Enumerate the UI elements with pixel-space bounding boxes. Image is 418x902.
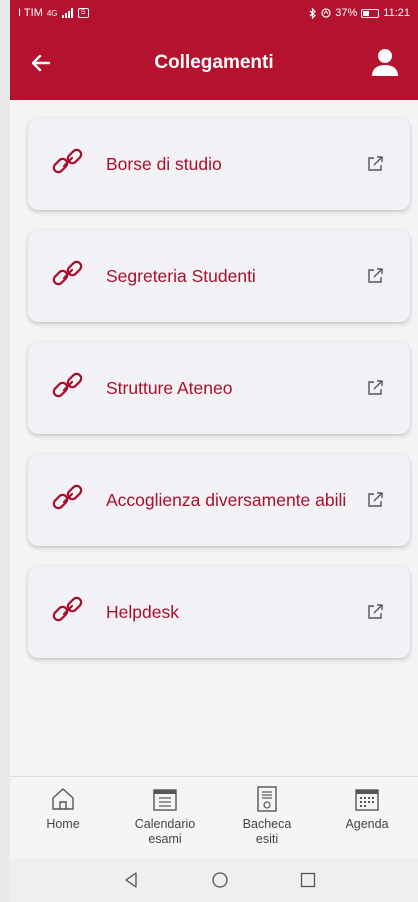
link-label: Segreteria Studenti bbox=[106, 266, 256, 286]
nfc-icon bbox=[321, 8, 331, 18]
link-chain-icon bbox=[52, 596, 83, 622]
bluetooth-icon bbox=[309, 7, 317, 19]
link-card-borse-di-studio[interactable]: Borse di studio bbox=[28, 118, 410, 210]
nav-label-calendario-esami: Calendario esami bbox=[134, 817, 196, 846]
system-nav-bar bbox=[10, 858, 418, 902]
link-label: Helpdesk bbox=[106, 602, 179, 622]
network-type: 4G bbox=[46, 8, 58, 18]
battery-icon bbox=[361, 8, 380, 18]
system-recents-icon[interactable] bbox=[299, 871, 317, 889]
calendar-list-icon bbox=[153, 789, 177, 811]
sim-icon: S bbox=[77, 8, 89, 18]
system-home-icon[interactable] bbox=[211, 871, 229, 889]
nav-item-calendario-esami[interactable]: Calendario esami bbox=[114, 785, 216, 847]
carrier-name: I TIM bbox=[18, 7, 43, 19]
external-link-icon bbox=[368, 268, 383, 283]
link-card-accoglienza-diversamente-abili[interactable]: Accoglienza diversamente abili bbox=[28, 454, 410, 546]
status-left: I TIM 4G S bbox=[18, 7, 89, 19]
page-title: Collegamenti bbox=[154, 52, 274, 73]
battery-percent: 37% bbox=[335, 7, 358, 19]
external-link-icon bbox=[368, 380, 383, 395]
external-link-icon bbox=[368, 604, 383, 619]
link-label: Borse di studio bbox=[106, 154, 222, 174]
link-label: Strutture Ateneo bbox=[106, 378, 233, 398]
link-card-segreteria-studenti[interactable]: Segreteria Studenti bbox=[28, 230, 410, 322]
nav-item-bacheca-esiti[interactable]: Bacheca esiti bbox=[216, 785, 318, 847]
status-bar: I TIM 4G S 37% 11:21 bbox=[10, 0, 418, 26]
external-link-icon bbox=[368, 492, 383, 507]
app-screen: I TIM 4G S 37% 11:21 Collegamenti Borse … bbox=[10, 0, 418, 902]
link-chain-icon bbox=[52, 484, 83, 510]
nav-item-agenda[interactable]: Agenda bbox=[316, 785, 418, 832]
bottom-nav: Home Calendario esami Bacheca esiti Agen… bbox=[10, 776, 418, 859]
link-chain-icon bbox=[52, 148, 83, 174]
nav-label-home: Home bbox=[46, 817, 80, 831]
system-back-icon[interactable] bbox=[122, 871, 140, 889]
nav-label-agenda: Agenda bbox=[345, 817, 389, 831]
app-bar: Collegamenti bbox=[10, 26, 418, 100]
status-right: 37% 11:21 bbox=[309, 7, 410, 19]
home-icon bbox=[52, 788, 74, 810]
user-profile-icon[interactable] bbox=[370, 47, 400, 77]
external-link-icon bbox=[368, 156, 383, 171]
agenda-icon bbox=[355, 789, 379, 811]
link-card-strutture-ateneo[interactable]: Strutture Ateneo bbox=[28, 342, 410, 434]
link-label: Accoglienza diversamente abili bbox=[106, 490, 347, 510]
noticeboard-icon bbox=[257, 786, 277, 812]
nav-label-bacheca-esiti: Bacheca esiti bbox=[242, 817, 292, 846]
link-chain-icon bbox=[52, 260, 83, 286]
signal-icon bbox=[61, 8, 73, 18]
nav-item-home[interactable]: Home bbox=[12, 785, 114, 832]
link-card-helpdesk[interactable]: Helpdesk bbox=[28, 566, 410, 658]
clock: 11:21 bbox=[383, 7, 410, 19]
link-chain-icon bbox=[52, 372, 83, 398]
